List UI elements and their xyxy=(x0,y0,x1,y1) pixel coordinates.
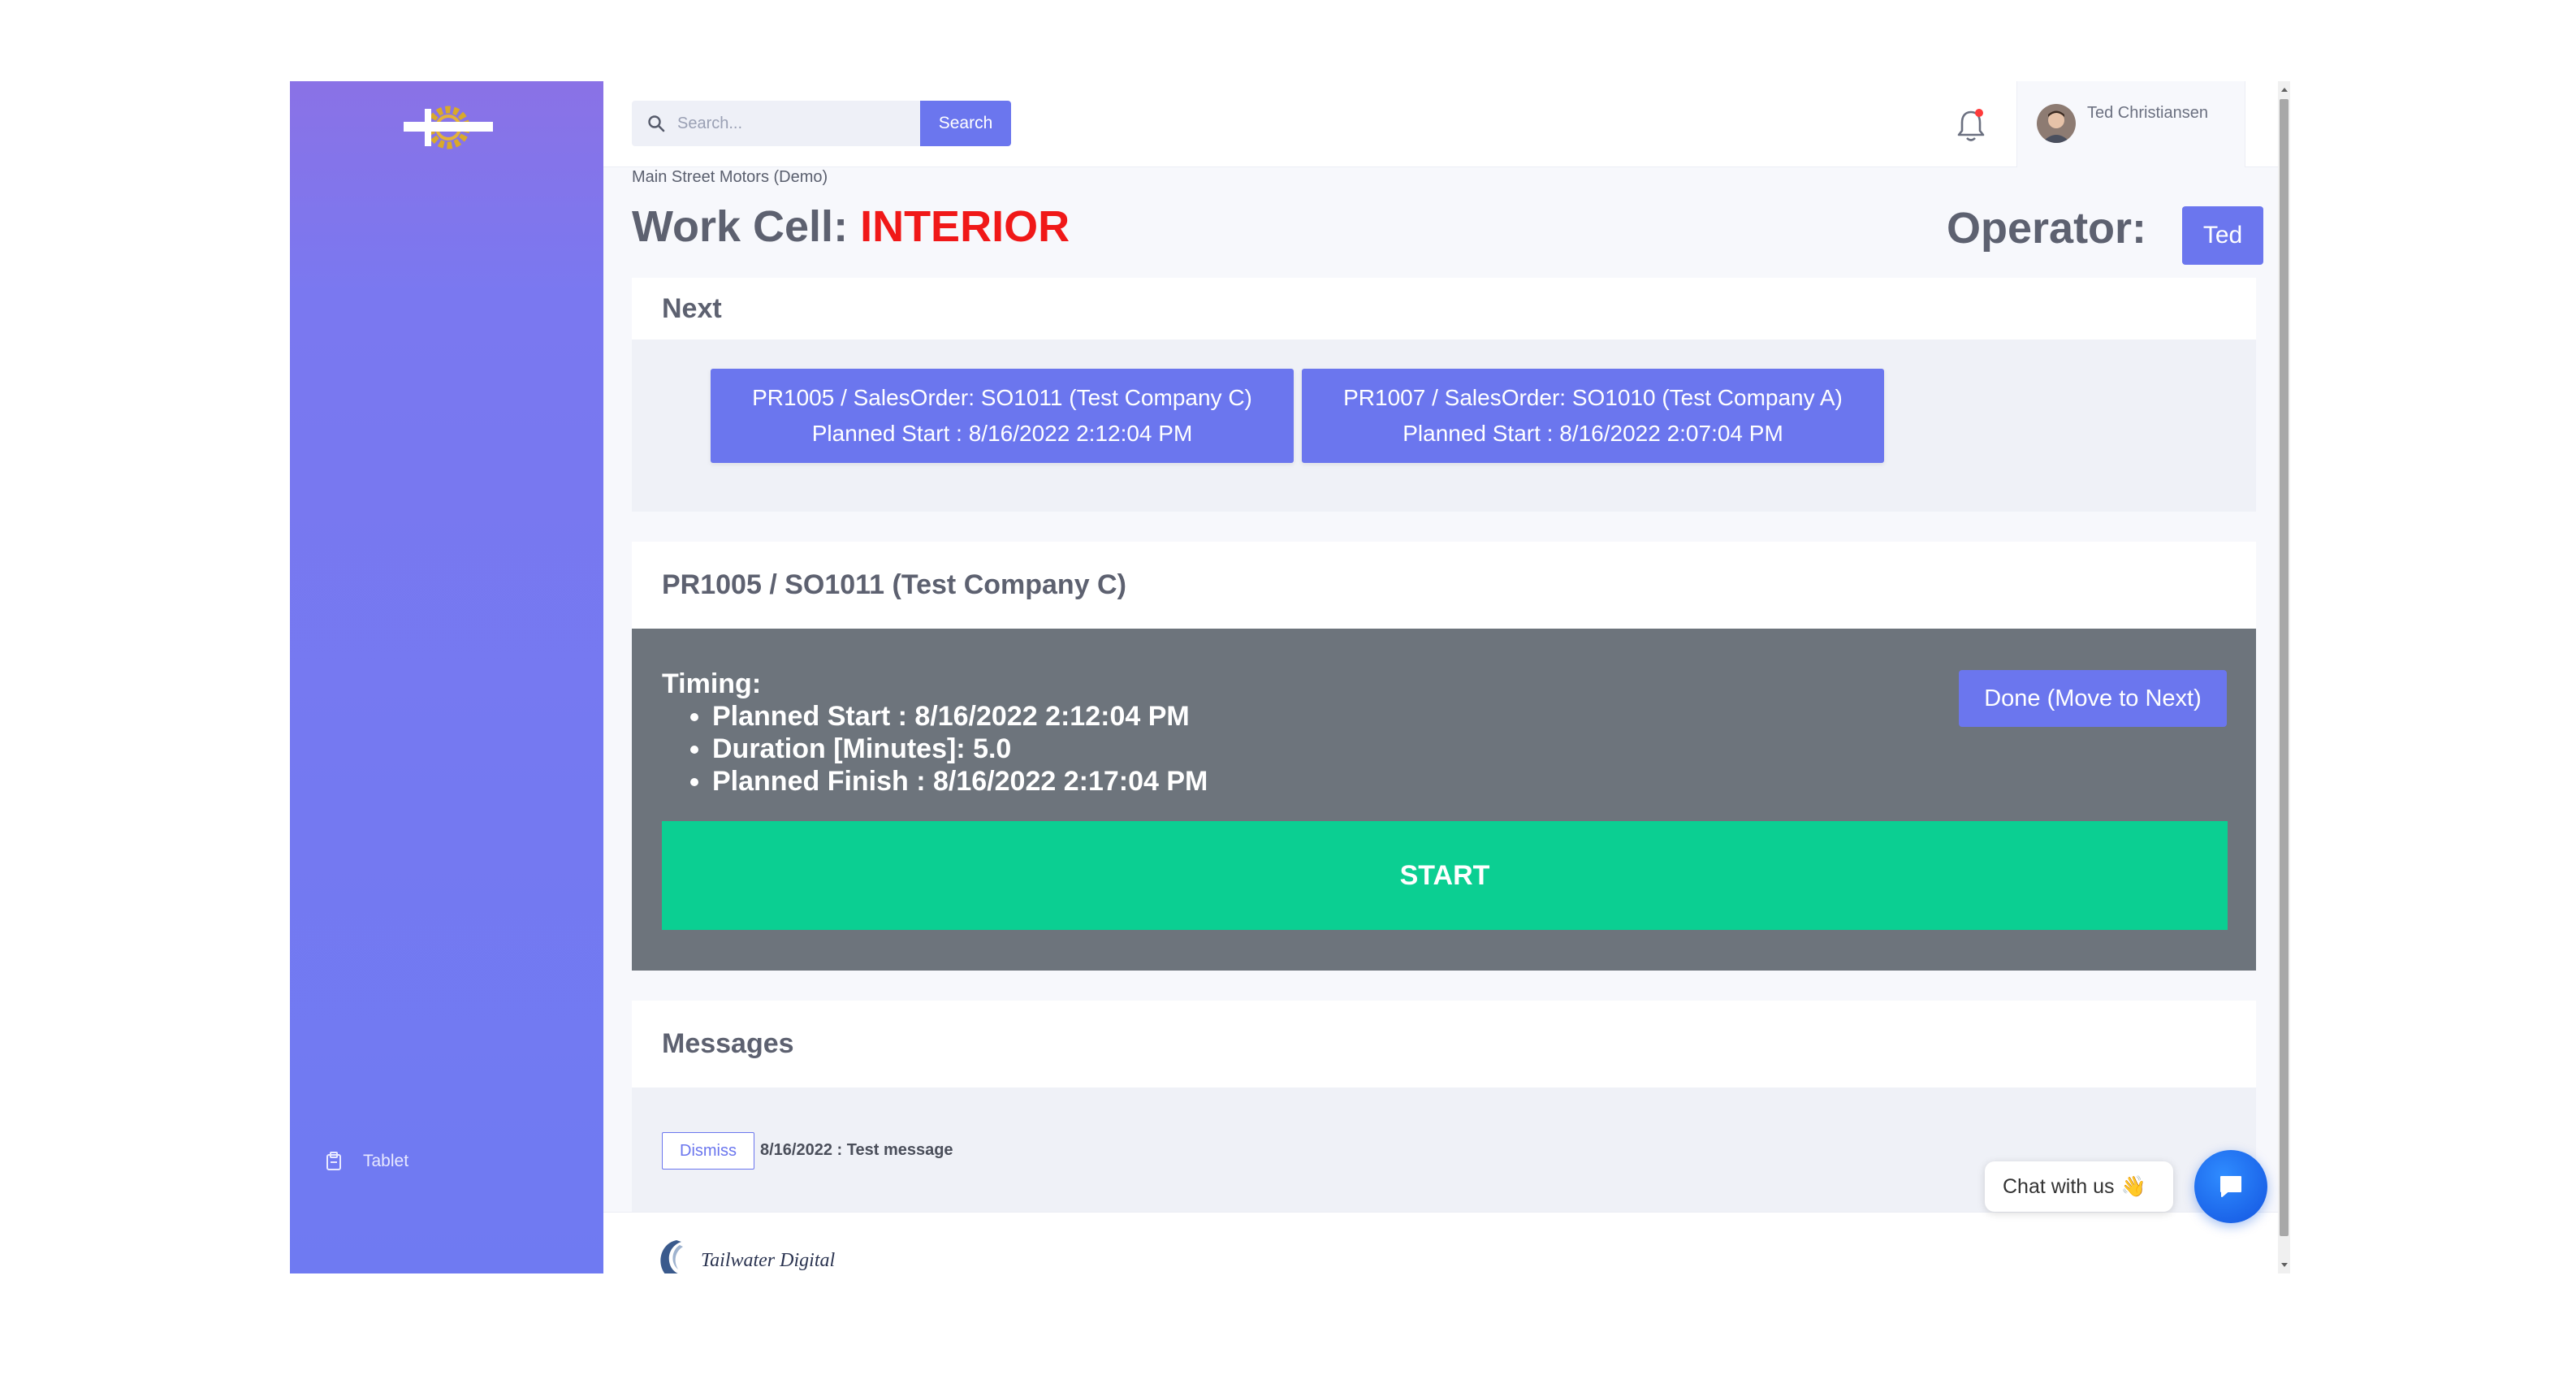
clipboard-icon xyxy=(326,1152,342,1171)
chat-with-us-button[interactable]: Chat with us 👋 xyxy=(1985,1161,2173,1212)
main-content: Search Ted Christia xyxy=(603,81,2278,1273)
wave-icon: 👋 xyxy=(2120,1174,2146,1198)
search-group: Search xyxy=(632,101,1011,146)
scroll-thumb[interactable] xyxy=(2280,99,2289,1236)
search-input[interactable] xyxy=(677,114,905,133)
app-window: Tablet Search... Search Ted Christiansen… xyxy=(290,81,2290,1273)
footer: Tailwater Digital xyxy=(603,1212,2278,1273)
footer-logo-text: Tailwater Digital xyxy=(701,1250,835,1271)
avatar xyxy=(2037,104,2076,143)
search-box xyxy=(632,101,920,146)
next-card-title: Next xyxy=(632,278,2256,339)
dismiss-button[interactable]: Dismiss xyxy=(662,1132,754,1170)
breadcrumb: Main Street Motors (Demo) xyxy=(632,168,828,186)
messages-title: Messages xyxy=(632,1001,2256,1087)
next-item-line2: Planned Start : 8/16/2022 2:07:04 PM xyxy=(1403,421,1783,446)
operator-label: Operator: xyxy=(1947,204,2147,253)
scroll-down-icon[interactable] xyxy=(2278,1257,2290,1273)
next-item-line1: PR1005 / SalesOrder: SO1011 (Test Compan… xyxy=(752,385,1252,410)
work-cell-label: Work Cell: xyxy=(632,202,861,251)
work-cell-name: INTERIOR xyxy=(860,202,1070,251)
sidebar-item-tablet[interactable]: Tablet xyxy=(326,1152,408,1171)
next-card: Next PR1005 / SalesOrder: SO1011 (Test C… xyxy=(632,278,2256,512)
chat-label: Chat with us xyxy=(2003,1174,2115,1198)
app-logo[interactable] xyxy=(404,99,493,156)
scrollbar[interactable] xyxy=(2278,81,2290,1273)
current-job-title: PR1005 / SO1011 (Test Company C) xyxy=(632,542,2256,629)
search-button[interactable]: Search xyxy=(920,101,1011,146)
next-item-button[interactable]: PR1005 / SalesOrder: SO1011 (Test Compan… xyxy=(711,369,1294,463)
timing-planned-start: Planned Start : 8/16/2022 2:12:04 PM xyxy=(712,700,1208,733)
message-text: 8/16/2022 : Test message xyxy=(760,1141,953,1159)
current-job-card: PR1005 / SO1011 (Test Company C) Timing:… xyxy=(632,542,2256,971)
timing-planned-finish: Planned Finish : 8/16/2022 2:17:04 PM xyxy=(712,765,1208,798)
next-card-body: PR1005 / SalesOrder: SO1011 (Test Compan… xyxy=(632,339,2256,512)
done-move-next-button[interactable]: Done (Move to Next) xyxy=(1959,670,2227,727)
search-icon xyxy=(646,114,666,133)
sidebar: Tablet xyxy=(290,81,603,1273)
sidebar-item-label: Tablet xyxy=(363,1152,409,1170)
user-menu[interactable]: Ted Christiansen xyxy=(2016,81,2245,167)
start-button[interactable]: START xyxy=(662,821,2228,930)
next-item-line2: Planned Start : 8/16/2022 2:12:04 PM xyxy=(811,421,1193,446)
scroll-up-icon[interactable] xyxy=(2278,81,2290,97)
operator-button[interactable]: Ted xyxy=(2182,206,2263,265)
notification-bell-icon[interactable] xyxy=(1953,106,1989,145)
user-name: Ted Christiansen xyxy=(2087,104,2208,122)
top-bar: Search Ted Christia xyxy=(603,81,2278,167)
chat-bubble-icon[interactable] xyxy=(2194,1150,2267,1223)
timing-block: Timing: Planned Start : 8/16/2022 2:12:0… xyxy=(662,668,1208,798)
timing-list: Planned Start : 8/16/2022 2:12:04 PM Dur… xyxy=(662,700,1208,798)
next-item-line1: PR1007 / SalesOrder: SO1010 (Test Compan… xyxy=(1343,385,1843,410)
timing-label: Timing: xyxy=(662,668,762,699)
footer-logo: Tailwater Digital xyxy=(652,1234,847,1273)
timing-duration: Duration [Minutes]: 5.0 xyxy=(712,733,1208,765)
next-item-button[interactable]: PR1007 / SalesOrder: SO1010 (Test Compan… xyxy=(1302,369,1884,463)
page-title: Work Cell: INTERIOR xyxy=(632,201,1070,252)
current-job-body: Timing: Planned Start : 8/16/2022 2:12:0… xyxy=(632,629,2256,971)
